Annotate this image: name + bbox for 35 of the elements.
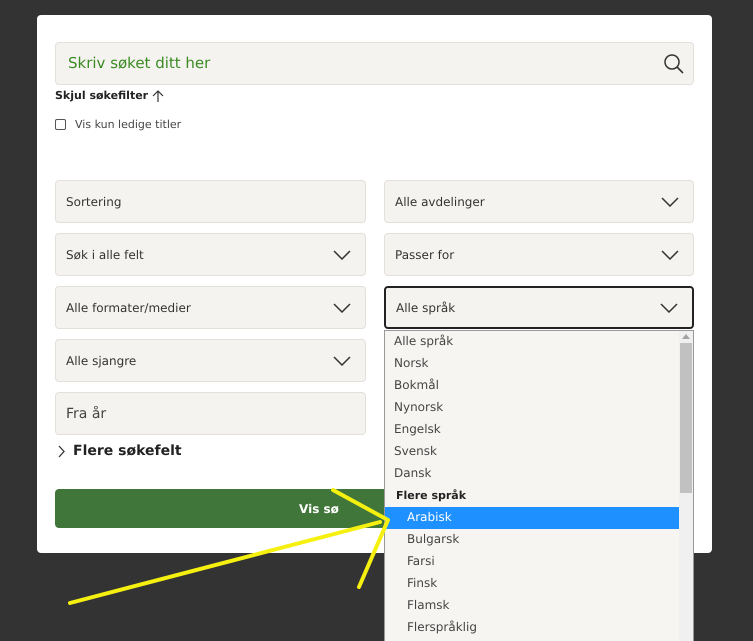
search-input[interactable]: Skriv søket ditt her: [68, 52, 663, 75]
option-group-label: Flere språk: [395, 488, 468, 504]
search-icon[interactable]: [663, 52, 685, 74]
dropdown-option[interactable]: Flamsk: [385, 595, 679, 617]
select-field[interactable]: Alle avdelinger: [384, 180, 694, 223]
select-field[interactable]: Passer for: [384, 233, 694, 276]
scrollbar[interactable]: [679, 331, 693, 641]
select-field[interactable]: Alle formater/medier: [55, 286, 366, 329]
dropdown-option[interactable]: Bulgarsk: [385, 529, 679, 551]
select-field[interactable]: Søk i alle felt: [55, 233, 366, 276]
dropdown-option[interactable]: Finsk: [385, 573, 679, 595]
chevron-down-icon: [661, 250, 679, 260]
dropdown-option[interactable]: Engelsk: [385, 419, 679, 441]
dropdown-option[interactable]: Norsk: [385, 353, 679, 375]
dropdown-option[interactable]: Flerspråklig: [385, 617, 679, 639]
dropdown-option[interactable]: Farsi: [385, 551, 679, 573]
more-fields-toggle[interactable]: Flere søkefelt: [58, 441, 182, 462]
checkbox[interactable]: [55, 119, 66, 130]
chevron-down-icon: [333, 250, 351, 260]
chevron-down-icon: [333, 356, 351, 366]
filter-toggle-link[interactable]: Skjul søkefilter: [55, 88, 164, 104]
dropdown-option[interactable]: Alle språk: [385, 331, 679, 353]
dropdown-option[interactable]: Svensk: [385, 441, 679, 463]
dropdown-option[interactable]: Dansk: [385, 463, 679, 485]
dropdown-option[interactable]: Bokmål: [385, 375, 679, 397]
checkbox-label: Vis kun ledige titler: [75, 116, 182, 132]
select-field[interactable]: Alle språk: [384, 286, 694, 329]
select-field[interactable]: Alle sjangre: [55, 339, 366, 382]
dropdown-option[interactable]: Nynorsk: [385, 397, 679, 419]
chevron-down-icon: [661, 196, 679, 206]
search-field[interactable]: Skriv søket ditt her: [55, 42, 694, 85]
chevron-down-icon: [660, 302, 678, 312]
select-field[interactable]: Sortering: [55, 180, 366, 223]
year-field[interactable]: Fra år: [55, 392, 366, 435]
chevron-down-icon: [333, 302, 351, 312]
